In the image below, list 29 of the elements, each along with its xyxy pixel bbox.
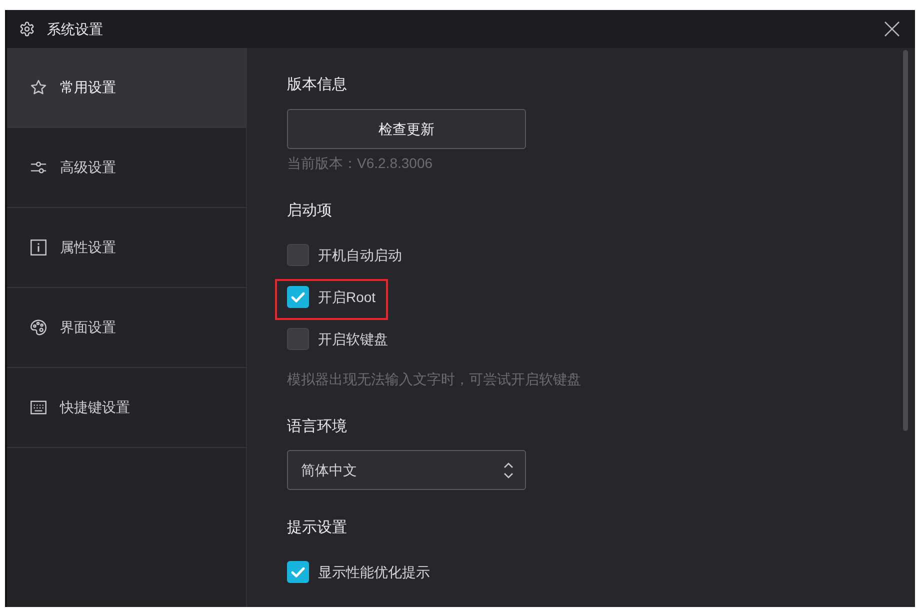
info-square-icon (30, 239, 47, 256)
window-title: 系统设置 (47, 20, 103, 38)
language-select[interactable]: 简体中文 (287, 450, 526, 490)
section-title: 语言环境 (287, 417, 347, 437)
hint-text: 模拟器出现无法输入文字时，可尝试开启软键盘 (287, 370, 581, 389)
close-button[interactable] (882, 19, 902, 39)
section-title: 版本信息 (287, 75, 347, 95)
option-label: 开启Root (318, 288, 376, 306)
section-title: 启动项 (287, 201, 332, 221)
star-icon (30, 79, 47, 96)
close-icon (884, 21, 900, 37)
sidebar-item[interactable]: 常用设置 (7, 48, 246, 128)
keyboard-icon (30, 399, 47, 416)
sliders-icon (30, 159, 47, 176)
checkbox[interactable] (287, 561, 309, 583)
settings-icon (19, 21, 35, 37)
checkbox[interactable] (287, 328, 309, 350)
option-label: 开启软键盘 (318, 330, 388, 348)
checkmark-icon (291, 292, 305, 302)
hint-text: 当前版本：V6.2.8.3006 (287, 154, 433, 173)
chevron-up-down-icon (503, 462, 514, 478)
checkbox[interactable] (287, 286, 309, 308)
option-label: 开机自动启动 (318, 246, 402, 264)
section-title: 提示设置 (287, 518, 347, 538)
checkbox[interactable] (287, 244, 309, 266)
option-label: 显示性能优化提示 (318, 562, 430, 582)
palette-icon (30, 319, 47, 336)
checkmark-icon (291, 566, 305, 578)
check-update-button[interactable]: 检查更新 (287, 109, 526, 149)
